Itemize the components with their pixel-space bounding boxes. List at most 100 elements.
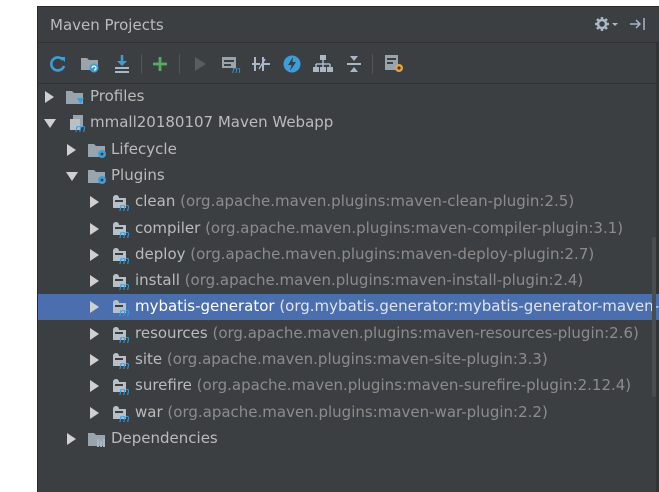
tree-node-plugin-deploy[interactable]: m deploy (org.apache.maven.plugins:maven-… [38,242,659,268]
show-dependencies-icon[interactable] [311,52,335,76]
svg-text:m: m [119,333,130,344]
maven-settings-icon[interactable] [382,52,406,76]
svg-text:m: m [119,306,130,317]
tree-node-plugin-clean[interactable]: m clean (org.apache.maven.plugins:maven-c… [38,189,659,215]
plugin-coordinates: (org.apache.maven.plugins:maven-deploy-p… [185,244,595,263]
tree-node-plugin-surefire[interactable]: m surefire (org.apache.maven.plugins:mave… [38,373,659,399]
svg-text:m: m [119,254,130,265]
profiles-folder-icon [65,87,85,107]
reimport-icon[interactable] [46,52,70,76]
plugins-folder-icon [87,166,107,186]
maven-plugin-icon: m [110,297,130,319]
plugin-name: site [135,350,163,368]
plugin-name: deploy [135,244,186,263]
svg-text:m: m [119,385,130,396]
tree-node-plugin-site[interactable]: m site (org.apache.maven.plugins:maven-si… [38,347,659,373]
gear-icon[interactable] [594,16,620,36]
maven-plugin-icon: m [110,376,130,398]
plugin-name: war [135,402,163,421]
plugin-coordinates: (org.apache.maven.plugins:maven-site-plu… [162,350,548,368]
toolbar-separator [372,54,373,74]
tree-node-plugin-compiler[interactable]: m compiler (org.apache.maven.plugins:mave… [38,216,659,242]
toggle-offline-icon[interactable] [249,52,273,76]
tree-node-label: Plugins [111,165,165,184]
tree-node-label: war (org.apache.maven.plugins:maven-war-… [135,403,548,421]
collapsed-arrow-icon[interactable] [45,91,54,103]
skip-tests-icon[interactable] [280,52,304,76]
collapsed-arrow-icon[interactable] [90,248,99,261]
tree-node-label: Dependencies [111,428,218,447]
plugin-coordinates: (org.apache.maven.plugins:maven-install-… [179,271,584,290]
plugin-name: mybatis-generator [135,297,275,316]
run-maven-build-icon[interactable]: m [219,52,243,76]
collapsed-arrow-icon[interactable] [90,406,99,419]
svg-text:m: m [119,280,130,291]
svg-text:m: m [119,228,130,239]
tree-node-label: mmall20180107 Maven Webapp [90,113,334,132]
collapsed-arrow-icon[interactable] [90,275,99,288]
collapsed-arrow-icon[interactable] [90,196,99,209]
vertical-scrollbar[interactable] [652,237,656,397]
maven-plugin-icon: m [110,245,130,267]
tree-node-plugin-mybatis-generator[interactable]: m mybatis-generator (org.mybatis.generato… [38,294,659,321]
dependencies-folder-icon [87,429,107,449]
maven-plugin-icon: m [110,219,130,241]
tree-node-lifecycle[interactable]: Lifecycle [38,137,659,163]
svg-text:m: m [119,359,130,370]
plugin-coordinates: (org.apache.maven.plugins:maven-surefire… [191,376,632,395]
hide-panel-icon[interactable] [628,16,648,36]
tree-node-label: install (org.apache.maven.plugins:maven-… [135,271,583,289]
plugin-coordinates: (org.apache.maven.plugins:maven-clean-pl… [175,192,575,211]
collapsed-arrow-icon[interactable] [90,327,99,340]
tree-node-label: Lifecycle [111,139,177,158]
maven-toolbar: m [38,44,659,84]
add-maven-project-icon[interactable] [148,52,172,76]
tree-node-label: resources (org.apache.maven.plugins:mave… [135,324,639,342]
run-icon[interactable] [188,52,212,76]
tree-node-plugins[interactable]: Plugins [38,163,659,189]
plugin-name: surefire [135,376,192,395]
maven-module-icon: m [67,113,87,135]
tree-node-project[interactable]: m mmall20180107 Maven Webapp [38,110,659,136]
plugin-coordinates: (org.apache.maven.plugins:maven-war-plug… [162,402,548,421]
toolbar-separator [179,54,180,74]
tree-node-label: mybatis-generator (org.mybatis.generator… [135,297,659,315]
collapse-all-icon[interactable] [342,52,366,76]
tree-node-label: site (org.apache.maven.plugins:maven-sit… [135,350,548,368]
tree-node-label: compiler (org.apache.maven.plugins:maven… [135,219,623,237]
tree-node-label: clean (org.apache.maven.plugins:maven-cl… [135,192,574,210]
maven-plugin-icon: m [110,350,130,372]
collapsed-arrow-icon[interactable] [90,222,99,235]
tree-node-profiles[interactable]: Profiles [38,84,659,110]
maven-plugin-icon: m [110,403,130,425]
plugin-name: install [135,271,180,290]
tree-node-label: deploy (org.apache.maven.plugins:maven-d… [135,245,594,263]
svg-text:m: m [75,122,86,133]
plugin-name: clean [135,192,176,211]
maven-plugin-icon: m [110,271,130,293]
plugin-coordinates: (org.apache.maven.plugins:maven-compiler… [200,218,624,237]
plugin-name: compiler [135,218,201,237]
svg-text:m: m [232,66,241,74]
toolbar-separator [141,54,142,74]
plugin-coordinates: (org.mybatis.generator:mybatis-generator… [274,297,659,316]
collapsed-arrow-icon[interactable] [67,432,76,445]
plugin-coordinates: (org.apache.maven.plugins:maven-resource… [207,323,639,342]
panel-titlebar: Maven Projects [38,7,659,43]
maven-plugin-icon: m [110,324,130,346]
panel-title: Maven Projects [50,16,164,34]
download-icon[interactable] [110,52,134,76]
tree-node-plugin-resources[interactable]: m resources (org.apache.maven.plugins:mav… [38,321,659,347]
tree-node-plugin-war[interactable]: m war (org.apache.maven.plugins:maven-war… [38,400,659,426]
svg-text:m: m [119,412,130,423]
generate-sources-icon[interactable] [78,52,102,76]
collapsed-arrow-icon[interactable] [90,301,99,314]
collapsed-arrow-icon[interactable] [90,354,99,366]
collapsed-arrow-icon[interactable] [90,380,99,393]
collapsed-arrow-icon[interactable] [67,143,76,156]
tree-node-plugin-install[interactable]: m install (org.apache.maven.plugins:maven… [38,268,659,294]
tree-node-dependencies[interactable]: Dependencies [38,426,659,452]
expanded-arrow-icon[interactable] [44,119,56,129]
plugin-name: resources [135,323,208,342]
expanded-arrow-icon[interactable] [66,171,78,181]
